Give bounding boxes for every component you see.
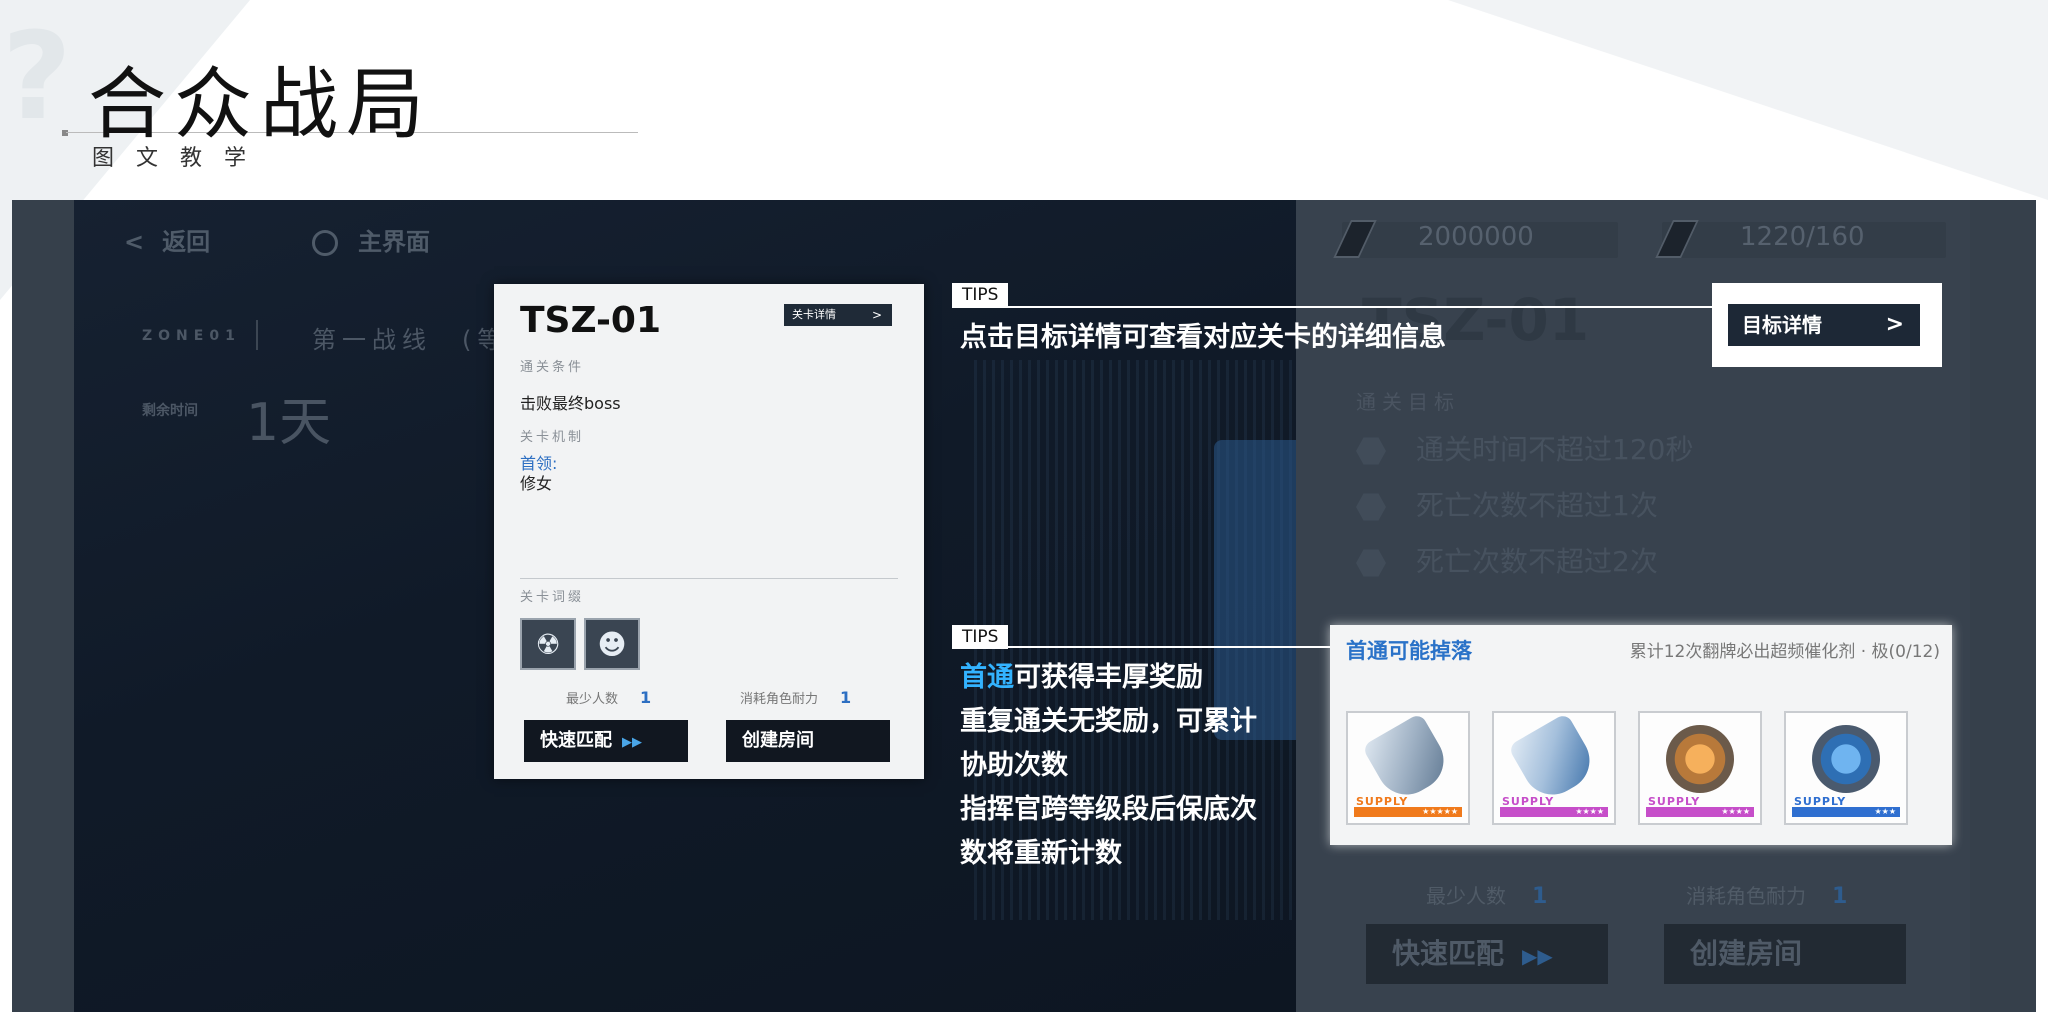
rarity-stars: ★★★★★ <box>1354 807 1462 817</box>
boss-name: 修女 <box>520 474 553 493</box>
zone-name: 第一战线 (等 <box>312 326 508 354</box>
catalyst-vial-icon <box>1361 712 1455 806</box>
fast-forward-icon: ▶▶ <box>622 735 642 750</box>
home-label: 主界面 <box>358 228 430 256</box>
tip-2-text: 首通可获得丰厚奖励 重复通关无奖励，可累计 协助次数 指挥官跨等级段后保底次 数… <box>960 656 1257 876</box>
radiation-affix-icon[interactable]: ☢ <box>520 618 576 670</box>
mechanic-label: 关卡机制 <box>520 430 585 445</box>
chevron-left-icon: < <box>124 228 145 256</box>
slide-title: 合众战局 <box>88 60 433 150</box>
tip-2-line-4: 指挥官跨等级段后保底次 <box>960 794 1257 825</box>
bg-goal-2: 死亡次数不超过1次 <box>1356 484 1658 524</box>
tip-2-line-3: 协助次数 <box>960 750 1068 781</box>
drop-item-2[interactable]: SUPPLY ★★★★ <box>1492 711 1616 825</box>
bg-goal-title: 通关目标 <box>1356 390 1460 414</box>
catalyst-vial-icon <box>1507 712 1601 806</box>
mask-affix-icon[interactable]: ☻ <box>584 618 640 670</box>
drop-item-4[interactable]: SUPPLY ★★★ <box>1784 711 1908 825</box>
tips-line-1 <box>952 306 1712 308</box>
remaining-time-label: 剩余时间 <box>142 403 198 419</box>
chip-coin-icon <box>1666 725 1734 793</box>
affix-label: 关卡词缀 <box>520 590 585 605</box>
tips-line-2 <box>952 646 1330 648</box>
target-detail-button[interactable]: 目标详情 > <box>1728 304 1920 346</box>
zone-separator <box>256 320 258 350</box>
card-stamina-cost: 消耗角色耐力 1 <box>740 688 852 707</box>
hexagon-icon <box>1356 493 1386 521</box>
bg-goal-1: 通关时间不超过120秒 <box>1356 428 1693 468</box>
bg-create-room-button[interactable]: 创建房间 <box>1664 924 1906 984</box>
stage-detail-button[interactable]: 关卡详情 > <box>784 304 892 326</box>
slide-subtitle: 图文教学 <box>92 146 269 171</box>
chevron-right-icon: > <box>871 308 882 322</box>
home-button[interactable]: 主界面 <box>312 222 430 257</box>
card-min-players: 最少人数 1 <box>566 688 652 707</box>
currency-value-1: 2000000 <box>1418 222 1534 252</box>
drops-title: 首通可能掉落 <box>1346 639 1472 663</box>
first-clear-drops-panel: 首通可能掉落 累计12次翻牌必出超频催化剂 · 极(0/12) SUPPLY ★… <box>1330 625 1952 845</box>
back-button[interactable]: < 返回 <box>124 222 210 257</box>
bg-min-players: 最少人数 1 <box>1426 884 1548 909</box>
hexagon-icon <box>1356 437 1386 465</box>
drops-note: 累计12次翻牌必出超频催化剂 · 极(0/12) <box>1629 642 1940 662</box>
tip-1-text: 点击目标详情可查看对应关卡的详细信息 <box>960 322 1446 353</box>
create-room-button[interactable]: 创建房间 <box>726 720 890 762</box>
bg-stamina-cost: 消耗角色耐力 1 <box>1686 884 1848 909</box>
tip-2-line-1: 首通可获得丰厚奖励 <box>960 662 1203 693</box>
back-label: 返回 <box>162 228 211 256</box>
card-divider <box>520 578 898 579</box>
drop-item-1[interactable]: SUPPLY ★★★★★ <box>1346 711 1470 825</box>
fast-forward-icon: ▶▶ <box>1522 944 1553 968</box>
tip-2-line-5: 数将重新计数 <box>960 838 1122 869</box>
bg-quick-match-button[interactable]: 快速匹配 ▶▶ <box>1366 924 1608 984</box>
hexagon-icon <box>1356 549 1386 577</box>
remaining-time-value: 1天 <box>246 393 332 453</box>
chip-coin-icon <box>1812 725 1880 793</box>
bg-goal-3: 死亡次数不超过2次 <box>1356 540 1658 580</box>
quick-match-button[interactable]: 快速匹配 ▶▶ <box>524 720 688 762</box>
currency-value-2: 1220/160 <box>1740 222 1865 252</box>
drop-item-3[interactable]: SUPPLY ★★★★ <box>1638 711 1762 825</box>
home-ring-icon <box>312 230 338 256</box>
header-deco-square <box>62 130 68 136</box>
card-stage-id: TSZ-01 <box>520 300 661 341</box>
chevron-right-icon: > <box>1885 312 1904 337</box>
stage-card: TSZ-01 关卡详情 > 通关条件 击败最终boss 关卡机制 首领: 修女 关… <box>494 284 924 779</box>
rarity-stars: ★★★★ <box>1646 807 1754 817</box>
rarity-stars: ★★★★ <box>1500 807 1608 817</box>
tip-2-highlight: 首通 <box>960 662 1014 693</box>
rarity-stars: ★★★ <box>1792 807 1900 817</box>
clear-condition: 击败最终boss <box>520 394 621 413</box>
tips-tag-1: TIPS <box>952 283 1009 307</box>
clear-condition-label: 通关条件 <box>520 360 585 375</box>
header-background-shape-right <box>1448 0 2048 200</box>
zone-code: ZONE01 <box>142 328 241 344</box>
tip-2-line-2: 重复通关无奖励，可累计 <box>960 706 1257 737</box>
